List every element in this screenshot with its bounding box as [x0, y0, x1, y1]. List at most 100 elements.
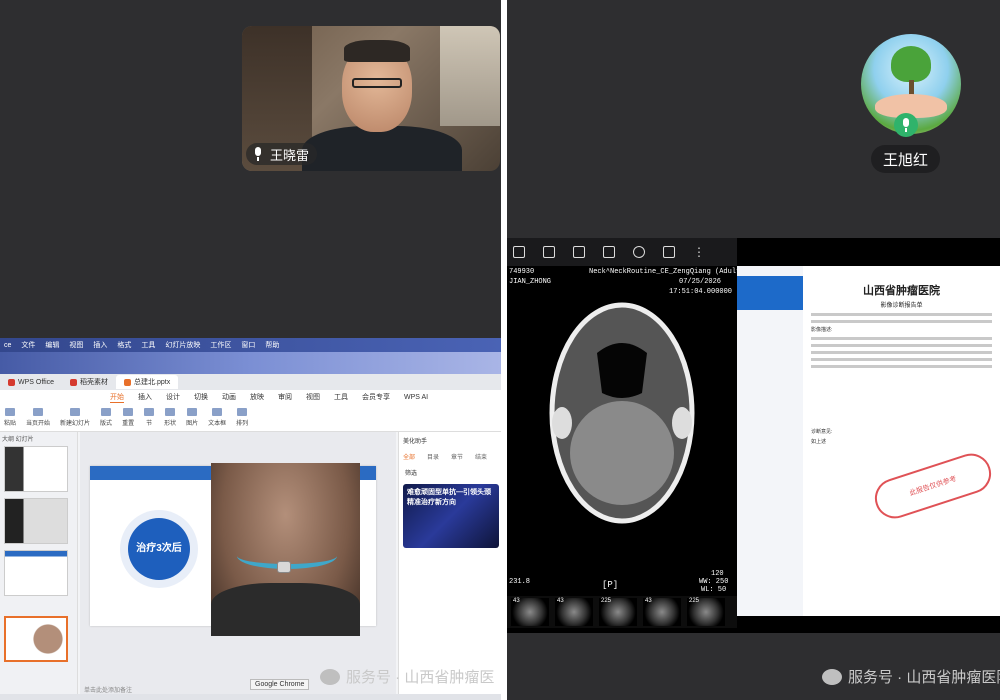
tab-materials[interactable]: 稻壳素材: [62, 375, 116, 389]
pan-icon[interactable]: [663, 246, 675, 258]
adjust-icon[interactable]: [573, 246, 585, 258]
ct-scale: 231.8: [509, 578, 531, 586]
ribbon-button[interactable]: 版式: [100, 408, 112, 427]
template-card[interactable]: 难愈顽固型单抗—引领头颈精准治疗新方向: [403, 484, 499, 548]
participant-hair: [344, 40, 410, 62]
tab-pptx-file[interactable]: 总建北.pptx: [116, 375, 179, 389]
panel-tab[interactable]: 章节: [451, 452, 463, 461]
left-mastoid: [552, 407, 572, 439]
ribbon-tab[interactable]: 设计: [166, 392, 180, 402]
rotate-icon[interactable]: [633, 246, 645, 258]
ribbon-icon: [237, 408, 248, 416]
ribbon-button[interactable]: 节: [144, 408, 155, 427]
wps-logo-icon: [8, 378, 15, 386]
menubar-item[interactable]: 幻灯片放映: [165, 340, 200, 350]
menubar-item[interactable]: 工具: [141, 340, 155, 350]
menubar-item[interactable]: 插入: [93, 340, 107, 350]
window-level-icon[interactable]: [543, 246, 555, 258]
panel-tab[interactable]: 全部: [403, 452, 415, 461]
slide-thumbnails-panel: 大纲 幻灯片: [0, 432, 78, 694]
series-thumbnail[interactable]: 43: [555, 598, 593, 626]
tab-label: 总建北.pptx: [134, 379, 171, 386]
report-text-line: [811, 344, 992, 347]
ribbon-button-label: 排列: [236, 421, 249, 427]
left-meeting-pane: 王晓雷 ce 文件 编辑 视图 插入 格式 工具 幻灯片放映 工作区 窗口 帮助 WPS Offic…: [0, 0, 501, 700]
tab-label: 稻壳素材: [80, 379, 109, 386]
menubar-item[interactable]: 帮助: [265, 340, 279, 350]
slide-patient-photo: [211, 463, 360, 636]
ribbon-tab[interactable]: 审阅: [278, 392, 292, 402]
tab-wps-office[interactable]: WPS Office: [0, 375, 62, 389]
participant-name-tag: 王晓雷: [246, 143, 318, 165]
ribbon-tab[interactable]: 动画: [222, 392, 236, 402]
ribbon-tab[interactable]: WPS AI: [404, 394, 428, 401]
report-sidebar: [737, 266, 803, 616]
status-bar: [0, 694, 501, 700]
ribbon-button[interactable]: 重置: [122, 408, 134, 427]
series-thumbnail-strip: 43 43 225 43 225: [507, 596, 737, 628]
layout-icon[interactable]: [513, 246, 525, 258]
series-label: 43: [557, 598, 564, 604]
menubar-item[interactable]: 文件: [21, 340, 35, 350]
watermark: 服务号 · 山西省肿瘤医: [320, 666, 494, 687]
series-thumbnail[interactable]: 43: [643, 598, 681, 626]
measure-icon[interactable]: [603, 246, 615, 258]
panel-tabs: 全部 目录 章节 结束: [403, 452, 487, 461]
report-text-line: [811, 351, 992, 354]
report-field-row: [811, 320, 992, 323]
series-label: 43: [513, 598, 520, 604]
ct-protocol: Neck^NeckRoutine_CE_ZengQiang (Adult): [589, 268, 745, 276]
series-thumbnail[interactable]: 225: [687, 598, 725, 626]
ribbon-button[interactable]: 粘贴: [4, 408, 16, 427]
series-thumbnail[interactable]: 225: [599, 598, 637, 626]
menubar-item[interactable]: ce: [4, 342, 11, 349]
panel-tab[interactable]: 结束: [475, 452, 487, 461]
ribbon-tab[interactable]: 视图: [306, 392, 320, 402]
wps-tabbar: WPS Office 稻壳素材 总建北.pptx: [0, 374, 501, 390]
menubar-item[interactable]: 视图: [69, 340, 83, 350]
ppt-file-icon: [124, 378, 132, 386]
video-background-window: [440, 26, 500, 126]
ribbon-tab[interactable]: 切换: [194, 392, 208, 402]
ribbon-button[interactable]: 当页开始: [26, 408, 50, 427]
tab-label: WPS Office: [18, 378, 55, 386]
participant-video-tile[interactable]: 王晓雷: [242, 26, 500, 171]
menubar-item[interactable]: 窗口: [241, 340, 255, 350]
mic-icon: [252, 147, 264, 161]
ribbon-button[interactable]: 图片: [186, 408, 198, 427]
diagnosis-report[interactable]: 山西省肿瘤医院 影像诊断报告单 影像描述: 诊断意见: 如上述 此报告仅供参考: [803, 266, 1000, 616]
slide-thumbnail[interactable]: [4, 446, 68, 492]
menubar-item[interactable]: 工作区: [210, 340, 231, 350]
menubar-item[interactable]: 编辑: [45, 340, 59, 350]
ribbon-tab[interactable]: 工具: [334, 392, 348, 402]
ribbon-tab[interactable]: 开始: [110, 392, 124, 403]
mac-menubar: ce 文件 编辑 视图 插入 格式 工具 幻灯片放映 工作区 窗口 帮助: [0, 338, 501, 352]
participant-name: 王旭红: [871, 145, 941, 173]
wechat-icon: [320, 668, 340, 685]
panel-tab[interactable]: 目录: [427, 452, 439, 461]
slide-thumbnail[interactable]: [4, 498, 68, 544]
menubar-banner: [0, 352, 501, 374]
ribbon-button[interactable]: 形状: [164, 408, 176, 427]
ct-kv: 120: [711, 570, 724, 578]
right-mastoid: [672, 407, 692, 439]
more-icon[interactable]: ⋮: [693, 245, 705, 259]
ribbon-button[interactable]: 文本框: [208, 408, 226, 427]
ribbon-toolbar: 粘贴 当页开始 新建幻灯片 版式 重置 节 形状 图片 文本框 排列: [0, 404, 501, 432]
slide-thumbnail[interactable]: [4, 550, 68, 596]
shared-screen-medical[interactable]: ⋮ 749930 JIAN_ZHONG Neck^NeckRoutine_CE_…: [507, 238, 1000, 633]
slide-thumbnail-active[interactable]: [4, 616, 68, 662]
ribbon-icon: [101, 408, 112, 416]
ribbon-button[interactable]: 排列: [236, 408, 248, 427]
ribbon-button[interactable]: 新建幻灯片: [60, 408, 90, 427]
ribbon-tab[interactable]: 插入: [138, 392, 152, 402]
panel-filter[interactable]: 筛选: [405, 468, 417, 477]
menubar-item[interactable]: 格式: [117, 340, 131, 350]
watermark: 服务号 · 山西省肿瘤医院: [822, 666, 1000, 687]
ribbon-button-label: 图片: [186, 421, 199, 427]
ribbon-tab[interactable]: 放映: [250, 392, 264, 402]
series-thumbnail[interactable]: 43: [511, 598, 549, 626]
ribbon-tab[interactable]: 会员专享: [362, 392, 390, 402]
trach-tube: [277, 561, 291, 573]
ct-scan-image[interactable]: [537, 293, 707, 533]
